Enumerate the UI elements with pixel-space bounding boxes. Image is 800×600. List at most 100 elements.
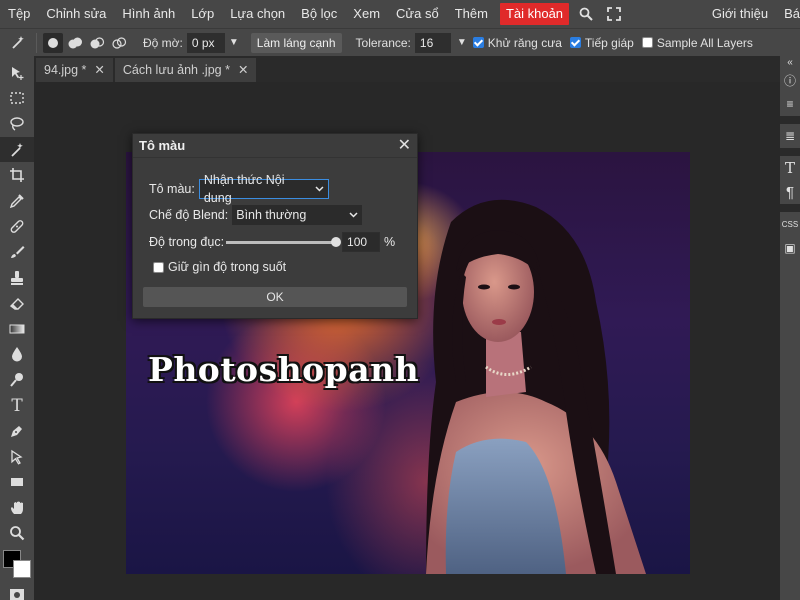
selection-add-icon[interactable] [65, 33, 85, 53]
opacity-unit: % [384, 235, 396, 249]
divider [36, 32, 37, 53]
magic-wand-tool-icon[interactable] [0, 136, 34, 163]
menu-bar: Tệp Chỉnh sửa Hình ảnh Lớp Lựa chọn Bộ l… [0, 0, 800, 28]
eraser-tool-icon[interactable] [0, 290, 34, 316]
selection-intersect-icon[interactable] [109, 33, 129, 53]
dialog-title: Tô màu [139, 138, 186, 153]
feather-label: Độ mờ: [143, 35, 183, 50]
menu-image[interactable]: Hình ảnh [114, 0, 183, 28]
preserve-row: Giữ gìn độ trong suốt [153, 260, 286, 274]
type-tool-icon[interactable]: T [0, 393, 34, 419]
fill-dialog: Tô màu ✕ Tô màu: Nhận thức Nội dung Chế … [132, 133, 418, 319]
dodge-tool-icon[interactable] [0, 367, 34, 393]
history-icon[interactable]: ≡ [780, 92, 800, 116]
brush-tool-icon[interactable] [0, 239, 34, 265]
menu-window[interactable]: Cửa sổ [388, 0, 447, 28]
marquee-tool-icon[interactable] [0, 86, 34, 112]
menu-about[interactable]: Giới thiệu [704, 0, 776, 28]
sample-all-layers-label: Sample All Layers [656, 35, 753, 50]
background-color-swatch[interactable] [13, 560, 31, 579]
fill-row: Tô màu: Nhận thức Nội dung [149, 173, 329, 205]
options-bar: Độ mờ: 0 px ▼ Làm láng cạnh Tolerance: 1… [0, 28, 800, 56]
right-panel: « ⓘ ≡ ≣ T ¶ CSS ▣ [780, 56, 800, 600]
opacity-slider-handle[interactable] [331, 236, 342, 247]
menu-filter[interactable]: Bộ lọc [293, 0, 345, 28]
chevron-down-icon [349, 212, 358, 218]
feather-dropdown-icon[interactable]: ▼ [229, 37, 239, 48]
smooth-edges-button[interactable]: Làm láng cạnh [250, 32, 342, 53]
tab-94-jpg[interactable]: 94.jpg * ✕ [36, 58, 113, 82]
opacity-slider[interactable] [226, 236, 342, 247]
info-icon[interactable]: ⓘ [780, 68, 800, 92]
fill-label: Tô màu: [149, 182, 195, 196]
document-tabs: 94.jpg * ✕ Cách lưu ảnh .jpg * ✕ [34, 56, 780, 82]
character-icon[interactable]: T [780, 156, 800, 180]
crop-tool-icon[interactable] [0, 162, 34, 188]
paragraph-icon[interactable]: ¶ [780, 180, 800, 204]
blend-mode-select[interactable]: Bình thường [232, 205, 363, 225]
opacity-row: Độ trong đục: 100 % [149, 232, 395, 252]
collapse-panel-icon[interactable]: « [780, 56, 800, 68]
path-select-tool-icon[interactable] [0, 444, 34, 470]
selection-subtract-icon[interactable] [87, 33, 107, 53]
close-icon[interactable]: ✕ [398, 137, 411, 154]
layers-icon[interactable]: ≣ [780, 124, 800, 148]
chevron-down-icon [315, 186, 324, 192]
color-swatches[interactable] [0, 550, 34, 582]
css-icon[interactable]: CSS [780, 212, 800, 236]
menu-view[interactable]: Xem [345, 0, 388, 28]
zoom-tool-icon[interactable] [0, 521, 34, 547]
opacity-label: Độ trong đục: [149, 235, 225, 249]
tools-panel: T [0, 56, 34, 600]
preserve-transparency-label: Giữ gìn độ trong suốt [168, 260, 287, 274]
search-icon[interactable] [575, 0, 597, 28]
close-icon[interactable]: ✕ [94, 63, 104, 77]
menu-report[interactable]: Bá [776, 0, 800, 28]
contiguous-label: Tiếp giáp [584, 35, 634, 50]
fullscreen-icon[interactable] [603, 0, 625, 28]
close-icon[interactable]: ✕ [238, 63, 248, 77]
menu-edit[interactable]: Chỉnh sửa [38, 0, 114, 28]
tolerance-dropdown-icon[interactable]: ▼ [457, 37, 467, 48]
pen-tool-icon[interactable] [0, 418, 34, 444]
preserve-transparency-checkbox[interactable] [153, 261, 164, 273]
menu-layer[interactable]: Lớp [183, 0, 222, 28]
blur-tool-icon[interactable] [0, 342, 34, 368]
gradient-tool-icon[interactable] [0, 316, 34, 342]
sample-all-layers-checkbox[interactable] [641, 37, 653, 48]
menu-more[interactable]: Thêm [447, 0, 496, 28]
blend-row: Chế độ Blend: Bình thường [149, 205, 363, 225]
tab-label: 94.jpg * [44, 63, 87, 77]
tab-label: Cách lưu ảnh .jpg * [122, 63, 230, 77]
panel-separator [780, 116, 800, 124]
selection-new-icon[interactable] [43, 32, 63, 53]
eyedropper-tool-icon[interactable] [0, 188, 34, 214]
move-tool-icon[interactable] [0, 60, 34, 86]
contiguous-checkbox[interactable] [569, 37, 581, 48]
dialog-header[interactable]: Tô màu ✕ [133, 134, 417, 158]
ok-button[interactable]: OK [143, 287, 407, 307]
image-icon[interactable]: ▣ [780, 236, 800, 260]
healing-brush-tool-icon[interactable] [0, 214, 34, 240]
panel-separator [780, 148, 800, 156]
fill-select[interactable]: Nhận thức Nội dung [198, 173, 329, 205]
menu-account[interactable]: Tài khoản [499, 3, 570, 25]
shape-tool-icon[interactable] [0, 470, 34, 496]
quick-mask-icon[interactable] [0, 582, 34, 600]
menu-select[interactable]: Lựa chọn [222, 0, 293, 28]
antialias-checkbox[interactable] [472, 37, 484, 48]
clone-stamp-tool-icon[interactable] [0, 265, 34, 291]
canvas-text-layer[interactable]: Photoshopanh [148, 350, 419, 389]
magic-wand-icon [8, 33, 28, 53]
opacity-slider-fill [226, 240, 337, 244]
blend-select-value: Bình thường [236, 208, 307, 222]
opacity-input[interactable]: 100 [342, 232, 381, 252]
tab-cach-luu-anh[interactable]: Cách lưu ảnh .jpg * ✕ [114, 58, 257, 82]
lasso-tool-icon[interactable] [0, 111, 34, 137]
fill-select-value: Nhận thức Nội dung [203, 173, 285, 205]
tolerance-input[interactable]: 16 [414, 32, 451, 53]
hand-tool-icon[interactable] [0, 495, 34, 521]
panel-separator [780, 204, 800, 212]
menu-file[interactable]: Tệp [0, 0, 38, 28]
feather-input[interactable]: 0 px [186, 32, 225, 53]
